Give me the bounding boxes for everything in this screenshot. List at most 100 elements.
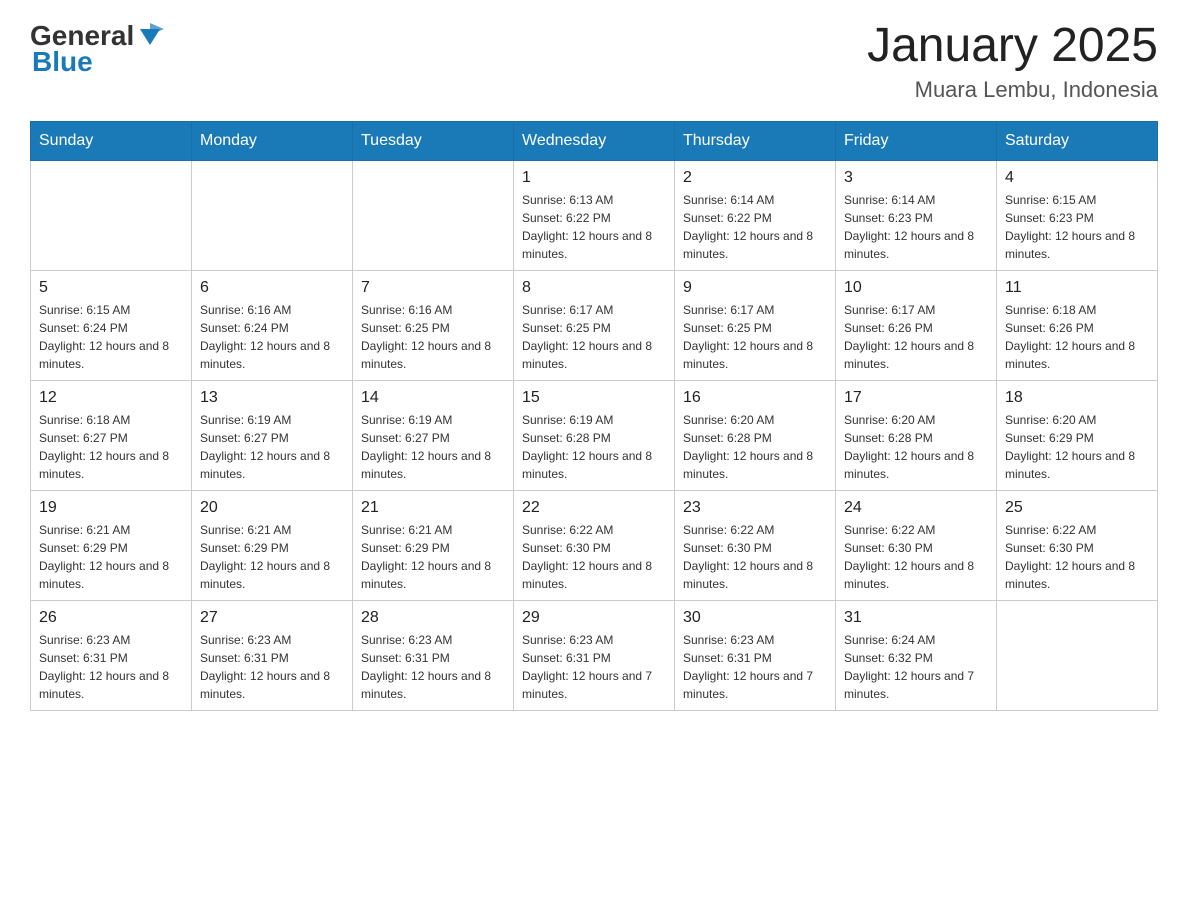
day-info: Sunrise: 6:23 AMSunset: 6:31 PMDaylight:… [683, 631, 827, 703]
day-info: Sunrise: 6:22 AMSunset: 6:30 PMDaylight:… [844, 521, 988, 593]
day-info: Sunrise: 6:17 AMSunset: 6:26 PMDaylight:… [844, 301, 988, 373]
day-number: 15 [522, 389, 666, 407]
day-info: Sunrise: 6:16 AMSunset: 6:24 PMDaylight:… [200, 301, 344, 373]
day-number: 10 [844, 279, 988, 297]
header-sunday: Sunday [31, 121, 192, 160]
table-row: 6 Sunrise: 6:16 AMSunset: 6:24 PMDaylight… [192, 270, 353, 380]
day-info: Sunrise: 6:21 AMSunset: 6:29 PMDaylight:… [361, 521, 505, 593]
header-monday: Monday [192, 121, 353, 160]
day-info: Sunrise: 6:18 AMSunset: 6:26 PMDaylight:… [1005, 301, 1149, 373]
table-row: 9Sunrise: 6:17 AMSunset: 6:25 PMDaylight… [675, 270, 836, 380]
calendar-week-row: 5 Sunrise: 6:15 AMSunset: 6:24 PMDaylight… [31, 270, 1158, 380]
day-number: 11 [1005, 279, 1149, 297]
day-number: 18 [1005, 389, 1149, 407]
day-number: 19 [39, 499, 183, 517]
table-row: 23Sunrise: 6:22 AMSunset: 6:30 PMDayligh… [675, 490, 836, 600]
table-row: 7 Sunrise: 6:16 AMSunset: 6:25 PMDaylight… [353, 270, 514, 380]
table-row: 10 Sunrise: 6:17 AMSunset: 6:26 PMDayligh… [836, 270, 997, 380]
day-number: 4 [1005, 169, 1149, 187]
table-row: 20 Sunrise: 6:21 AMSunset: 6:29 PMDayligh… [192, 490, 353, 600]
table-row: 18 Sunrise: 6:20 AMSunset: 6:29 PMDayligh… [997, 380, 1158, 490]
table-row: 27 Sunrise: 6:23 AMSunset: 6:31 PMDayligh… [192, 600, 353, 710]
table-row: 31Sunrise: 6:24 AMSunset: 6:32 PMDayligh… [836, 600, 997, 710]
table-row: 29 Sunrise: 6:23 AMSunset: 6:31 PMDayligh… [514, 600, 675, 710]
day-number: 21 [361, 499, 505, 517]
table-row: 28Sunrise: 6:23 AMSunset: 6:31 PMDayligh… [353, 600, 514, 710]
day-number: 13 [200, 389, 344, 407]
day-info: Sunrise: 6:14 AMSunset: 6:22 PMDaylight:… [683, 191, 827, 263]
table-row: 30Sunrise: 6:23 AMSunset: 6:31 PMDayligh… [675, 600, 836, 710]
calendar-header-row: Sunday Monday Tuesday Wednesday Thursday… [31, 121, 1158, 160]
title-section: January 2025 Muara Lembu, Indonesia [867, 20, 1158, 103]
table-row: 8Sunrise: 6:17 AMSunset: 6:25 PMDaylight… [514, 270, 675, 380]
day-number: 6 [200, 279, 344, 297]
table-row: 1 Sunrise: 6:13 AMSunset: 6:22 PMDaylight… [514, 160, 675, 270]
day-info: Sunrise: 6:19 AMSunset: 6:27 PMDaylight:… [200, 411, 344, 483]
day-number: 5 [39, 279, 183, 297]
day-number: 22 [522, 499, 666, 517]
table-row: 25 Sunrise: 6:22 AMSunset: 6:30 PMDayligh… [997, 490, 1158, 600]
table-row: 3 Sunrise: 6:14 AMSunset: 6:23 PMDaylight… [836, 160, 997, 270]
table-row: 21 Sunrise: 6:21 AMSunset: 6:29 PMDayligh… [353, 490, 514, 600]
day-info: Sunrise: 6:21 AMSunset: 6:29 PMDaylight:… [200, 521, 344, 593]
calendar-week-row: 1 Sunrise: 6:13 AMSunset: 6:22 PMDaylight… [31, 160, 1158, 270]
header-thursday: Thursday [675, 121, 836, 160]
day-number: 3 [844, 169, 988, 187]
table-row: 17Sunrise: 6:20 AMSunset: 6:28 PMDayligh… [836, 380, 997, 490]
day-number: 16 [683, 389, 827, 407]
day-number: 20 [200, 499, 344, 517]
day-number: 26 [39, 609, 183, 627]
day-info: Sunrise: 6:23 AMSunset: 6:31 PMDaylight:… [522, 631, 666, 703]
table-row [997, 600, 1158, 710]
header-friday: Friday [836, 121, 997, 160]
table-row [353, 160, 514, 270]
day-info: Sunrise: 6:15 AMSunset: 6:23 PMDaylight:… [1005, 191, 1149, 263]
day-number: 14 [361, 389, 505, 407]
day-number: 17 [844, 389, 988, 407]
day-number: 29 [522, 609, 666, 627]
day-number: 7 [361, 279, 505, 297]
table-row: 19Sunrise: 6:21 AMSunset: 6:29 PMDayligh… [31, 490, 192, 600]
day-info: Sunrise: 6:19 AMSunset: 6:27 PMDaylight:… [361, 411, 505, 483]
calendar-week-row: 12 Sunrise: 6:18 AMSunset: 6:27 PMDayligh… [31, 380, 1158, 490]
day-info: Sunrise: 6:20 AMSunset: 6:29 PMDaylight:… [1005, 411, 1149, 483]
header-tuesday: Tuesday [353, 121, 514, 160]
logo-text-blue: Blue [32, 46, 93, 78]
day-info: Sunrise: 6:18 AMSunset: 6:27 PMDaylight:… [39, 411, 183, 483]
day-info: Sunrise: 6:22 AMSunset: 6:30 PMDaylight:… [683, 521, 827, 593]
table-row: 15 Sunrise: 6:19 AMSunset: 6:28 PMDayligh… [514, 380, 675, 490]
day-info: Sunrise: 6:17 AMSunset: 6:25 PMDaylight:… [522, 301, 666, 373]
table-row [192, 160, 353, 270]
day-info: Sunrise: 6:13 AMSunset: 6:22 PMDaylight:… [522, 191, 666, 263]
day-info: Sunrise: 6:22 AMSunset: 6:30 PMDaylight:… [1005, 521, 1149, 593]
logo-icon [136, 21, 164, 49]
table-row [31, 160, 192, 270]
day-number: 31 [844, 609, 988, 627]
table-row: 11 Sunrise: 6:18 AMSunset: 6:26 PMDayligh… [997, 270, 1158, 380]
day-info: Sunrise: 6:19 AMSunset: 6:28 PMDaylight:… [522, 411, 666, 483]
table-row: 26 Sunrise: 6:23 AMSunset: 6:31 PMDayligh… [31, 600, 192, 710]
page-header: General Blue January 2025 Muara Lembu, I… [30, 20, 1158, 103]
table-row: 4 Sunrise: 6:15 AMSunset: 6:23 PMDaylight… [997, 160, 1158, 270]
table-row: 22Sunrise: 6:22 AMSunset: 6:30 PMDayligh… [514, 490, 675, 600]
table-row: 16Sunrise: 6:20 AMSunset: 6:28 PMDayligh… [675, 380, 836, 490]
header-saturday: Saturday [997, 121, 1158, 160]
table-row: 5 Sunrise: 6:15 AMSunset: 6:24 PMDaylight… [31, 270, 192, 380]
day-info: Sunrise: 6:15 AMSunset: 6:24 PMDaylight:… [39, 301, 183, 373]
day-info: Sunrise: 6:14 AMSunset: 6:23 PMDaylight:… [844, 191, 988, 263]
day-number: 27 [200, 609, 344, 627]
day-number: 1 [522, 169, 666, 187]
table-row: 14 Sunrise: 6:19 AMSunset: 6:27 PMDayligh… [353, 380, 514, 490]
day-number: 12 [39, 389, 183, 407]
day-info: Sunrise: 6:17 AMSunset: 6:25 PMDaylight:… [683, 301, 827, 373]
day-number: 28 [361, 609, 505, 627]
day-info: Sunrise: 6:23 AMSunset: 6:31 PMDaylight:… [39, 631, 183, 703]
calendar-week-row: 19 Sunrise: 6:21 AMSunset: 6:29 PMDayligh… [31, 490, 1158, 600]
day-number: 25 [1005, 499, 1149, 517]
calendar-title: January 2025 [867, 20, 1158, 73]
table-row: 2Sunrise: 6:14 AMSunset: 6:22 PMDaylight… [675, 160, 836, 270]
table-row: 24Sunrise: 6:22 AMSunset: 6:30 PMDayligh… [836, 490, 997, 600]
calendar-table: Sunday Monday Tuesday Wednesday Thursday… [30, 121, 1158, 711]
day-info: Sunrise: 6:16 AMSunset: 6:25 PMDaylight:… [361, 301, 505, 373]
day-info: Sunrise: 6:23 AMSunset: 6:31 PMDaylight:… [200, 631, 344, 703]
